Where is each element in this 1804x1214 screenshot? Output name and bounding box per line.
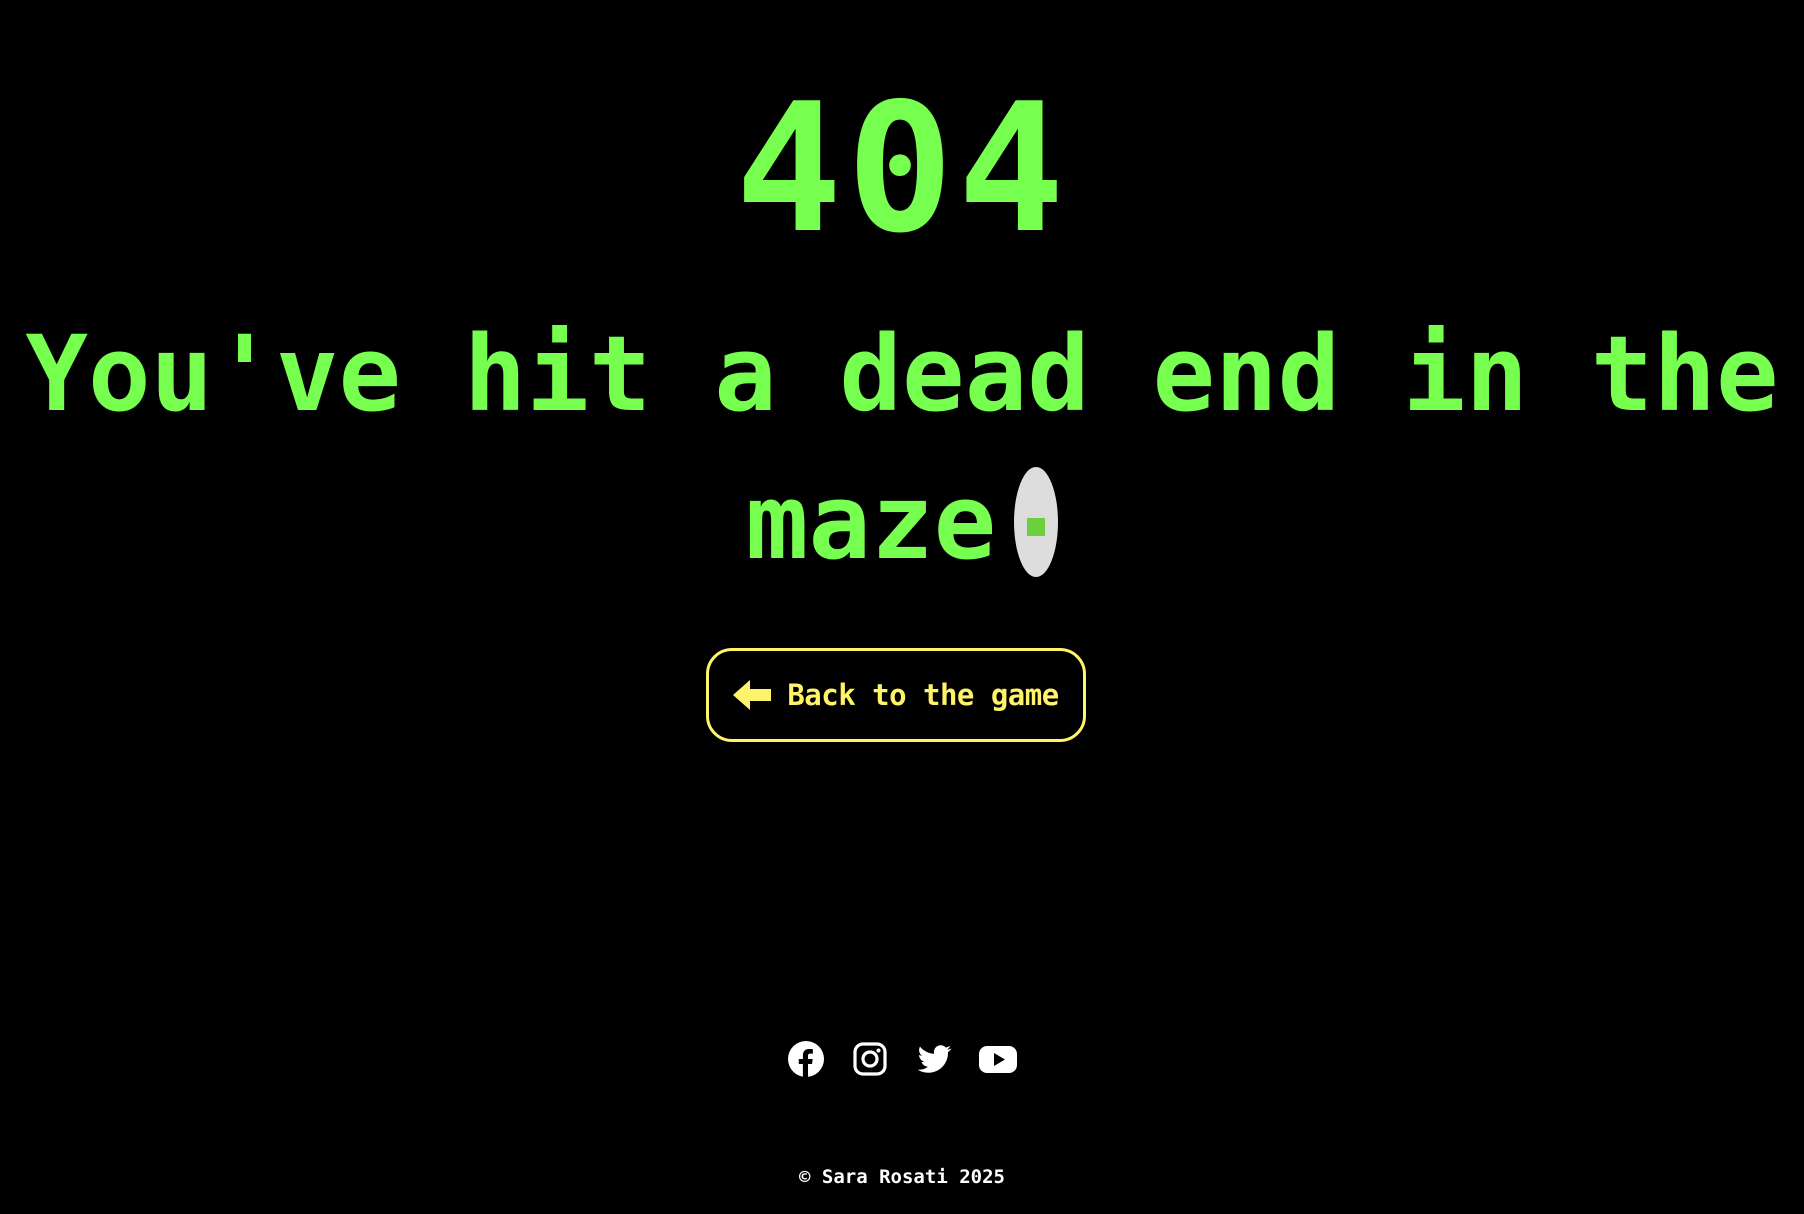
- social-links: [0, 1040, 1804, 1078]
- error-code: 404: [735, 65, 1069, 272]
- error-message: You've hit a dead end in the maze: [0, 300, 1804, 596]
- error-message-line-2-wrapper: maze: [0, 448, 1804, 596]
- copyright-footer: © Sara Rosati 2025: [799, 1166, 1005, 1188]
- pellet-icon: [1027, 517, 1046, 536]
- twitter-icon[interactable]: [915, 1040, 953, 1078]
- pacman-ghost-icon: [1014, 466, 1059, 577]
- error-message-line-2: maze: [745, 461, 997, 583]
- instagram-icon[interactable]: [851, 1040, 889, 1078]
- youtube-icon[interactable]: [979, 1040, 1017, 1078]
- arrow-left-icon: [733, 679, 773, 711]
- back-to-game-button[interactable]: Back to the game: [706, 648, 1086, 742]
- facebook-icon[interactable]: [787, 1040, 825, 1078]
- back-to-game-label: Back to the game: [787, 678, 1059, 712]
- error-message-line-1: You've hit a dead end in the: [25, 313, 1779, 435]
- error-page: 404 You've hit a dead end in the maze Ba…: [0, 0, 1804, 1214]
